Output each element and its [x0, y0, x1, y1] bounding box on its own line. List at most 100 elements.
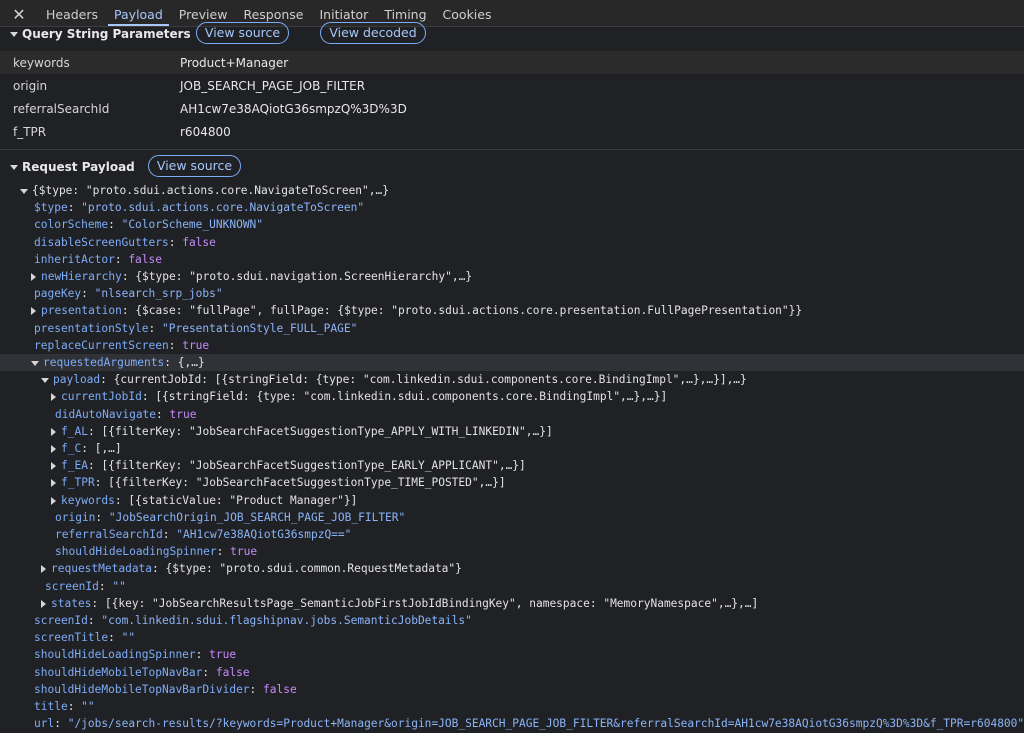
tree-key: title	[34, 700, 68, 713]
tree-separator: :	[195, 648, 210, 661]
expand-arrow-icon[interactable]	[10, 31, 18, 37]
tree-line: inheritActor: false	[0, 251, 1024, 268]
expand-arrow-icon[interactable]	[41, 600, 46, 608]
collapse-arrow-icon[interactable]	[41, 377, 49, 383]
expand-arrow-icon[interactable]	[51, 497, 56, 505]
tree-separator: :	[162, 528, 177, 541]
tree-line: pageKey: "nlsearch_srp_jobs"	[0, 285, 1024, 302]
tree-line[interactable]: requestedArguments: {,…}	[0, 354, 1024, 371]
tree-line[interactable]: requestMetadata: {$type: "proto.sdui.com…	[0, 560, 1024, 577]
tree-key: payload	[53, 373, 101, 386]
tree-value: {,…}	[177, 356, 205, 369]
tree-separator: :	[91, 597, 105, 610]
tree-separator: :	[121, 304, 136, 317]
tree-separator: :	[67, 201, 82, 214]
tree-separator: :	[87, 614, 102, 627]
tree-separator: :	[98, 580, 113, 593]
tree-separator: :	[168, 339, 183, 352]
param-key: referralSearchId	[13, 101, 110, 116]
tree-value: "/jobs/search-results/?keywords=Product+…	[67, 717, 1024, 730]
tree-line[interactable]: keywords: [{staticValue: "Product Manage…	[0, 492, 1024, 509]
expand-arrow-icon[interactable]	[31, 273, 36, 281]
param-row: referralSearchId AH1cw7e38AQiotG36smpzQ%…	[0, 97, 1024, 120]
tree-line[interactable]: f_EA: [{filterKey: "JobSearchFacetSugges…	[0, 457, 1024, 474]
tree-separator: :	[94, 476, 109, 489]
tree-line: shouldHideLoadingSpinner: true	[0, 646, 1024, 663]
tree-line[interactable]: currentJobId: [{stringField: {type: "com…	[0, 388, 1024, 405]
tree-value: "JobSearchOrigin_JOB_SEARCH_PAGE_JOB_FIL…	[108, 511, 406, 524]
tree-value: false	[215, 666, 250, 679]
tree-value: true	[169, 408, 197, 421]
tree-key: pageKey	[34, 287, 82, 300]
tree-value: "PresentationStyle_FULL_PAGE"	[162, 322, 358, 335]
tree-separator: :	[67, 700, 82, 713]
tree-value: true	[209, 648, 237, 661]
tree-key: replaceCurrentScreen	[34, 339, 169, 352]
tree-separator: :	[202, 666, 216, 679]
tree-separator: :	[114, 253, 129, 266]
tree-separator: :	[100, 373, 114, 386]
tree-value: [,…]	[94, 442, 122, 455]
tree-key: presentation	[41, 304, 122, 317]
tree-root-summary: {$type: "proto.sdui.actions.core.Navigat…	[32, 184, 389, 197]
tree-value: false	[263, 683, 297, 696]
tree-separator: :	[216, 545, 231, 558]
payload-view-source-button[interactable]: View source	[148, 155, 241, 177]
tree-value: {$case: "fullPage", fullPage: {$type: "p…	[135, 304, 803, 317]
tree-line[interactable]: {$type: "proto.sdui.actions.core.Navigat…	[0, 182, 1024, 199]
query-view-decoded-button[interactable]: View decoded	[320, 22, 426, 44]
tree-line: replaceCurrentScreen: true	[0, 337, 1024, 354]
tree-separator: :	[95, 511, 109, 524]
tree-line: shouldHideLoadingSpinner: true	[0, 543, 1024, 560]
expand-arrow-icon[interactable]	[10, 164, 18, 170]
tree-key: requestMetadata	[51, 562, 153, 575]
tree-key: shouldHideMobileTopNavBarDivider	[34, 683, 250, 696]
tree-line[interactable]: f_AL: [{filterKey: "JobSearchFacetSugges…	[0, 423, 1024, 440]
param-key: keywords	[13, 55, 70, 70]
tree-value: {currentJobId: [{stringField: {type: "co…	[113, 373, 747, 386]
tree-value: ""	[121, 631, 136, 644]
tree-key: referralSearchId	[55, 528, 163, 541]
query-view-source-button[interactable]: View source	[196, 22, 289, 44]
tree-line[interactable]: states: [{key: "JobSearchResultsPage_Sem…	[0, 595, 1024, 612]
tree-value: false	[182, 236, 216, 249]
expand-arrow-icon[interactable]	[31, 307, 36, 315]
tree-separator: :	[164, 356, 178, 369]
tree-line[interactable]: f_TPR: [{filterKey: "JobSearchFacetSugge…	[0, 474, 1024, 491]
tree-line: didAutoNavigate: true	[0, 406, 1024, 423]
tree-key: didAutoNavigate	[55, 408, 157, 421]
tree-line: url: "/jobs/search-results/?keywords=Pro…	[0, 715, 1024, 732]
tree-value: [{filterKey: "JobSearchFacetSuggestionTy…	[108, 476, 506, 489]
collapse-arrow-icon[interactable]	[20, 188, 28, 194]
tree-key: requestedArguments	[43, 356, 165, 369]
param-row: f_TPR r604800	[0, 120, 1024, 143]
tree-value: {$type: "proto.sdui.navigation.ScreenHie…	[135, 270, 473, 283]
expand-arrow-icon[interactable]	[51, 445, 56, 453]
param-value: AH1cw7e38AQiotG36smpzQ%3D%3D	[180, 101, 407, 116]
expand-arrow-icon[interactable]	[41, 565, 46, 573]
section-divider	[0, 149, 1024, 150]
tree-key: shouldHideLoadingSpinner	[55, 545, 217, 558]
collapse-arrow-icon[interactable]	[31, 360, 39, 366]
tree-value: ""	[112, 580, 126, 593]
tree-key: states	[51, 597, 92, 610]
tree-value: "AH1cw7e38AQiotG36smpzQ=="	[176, 528, 352, 541]
tree-key: presentationStyle	[34, 322, 149, 335]
tree-line[interactable]: newHierarchy: {$type: "proto.sdui.naviga…	[0, 268, 1024, 285]
tree-line[interactable]: payload: {currentJobId: [{stringField: {…	[0, 371, 1024, 388]
expand-arrow-icon[interactable]	[51, 462, 56, 470]
tree-separator: :	[108, 218, 122, 231]
tree-key: f_AL	[61, 425, 88, 438]
tree-key: disableScreenGutters	[34, 236, 169, 249]
tree-key: screenId	[45, 580, 99, 593]
tree-separator: :	[152, 562, 166, 575]
expand-arrow-icon[interactable]	[51, 393, 56, 401]
query-params-header[interactable]: Query String Parameters	[0, 22, 1024, 46]
expand-arrow-icon[interactable]	[51, 479, 56, 487]
expand-arrow-icon[interactable]	[51, 428, 56, 436]
tree-separator: :	[249, 683, 264, 696]
tree-line[interactable]: f_C: [,…]	[0, 440, 1024, 457]
tree-value: "nlsearch_srp_jobs"	[94, 287, 223, 300]
tree-line[interactable]: presentation: {$case: "fullPage", fullPa…	[0, 302, 1024, 319]
param-key: origin	[13, 78, 48, 93]
